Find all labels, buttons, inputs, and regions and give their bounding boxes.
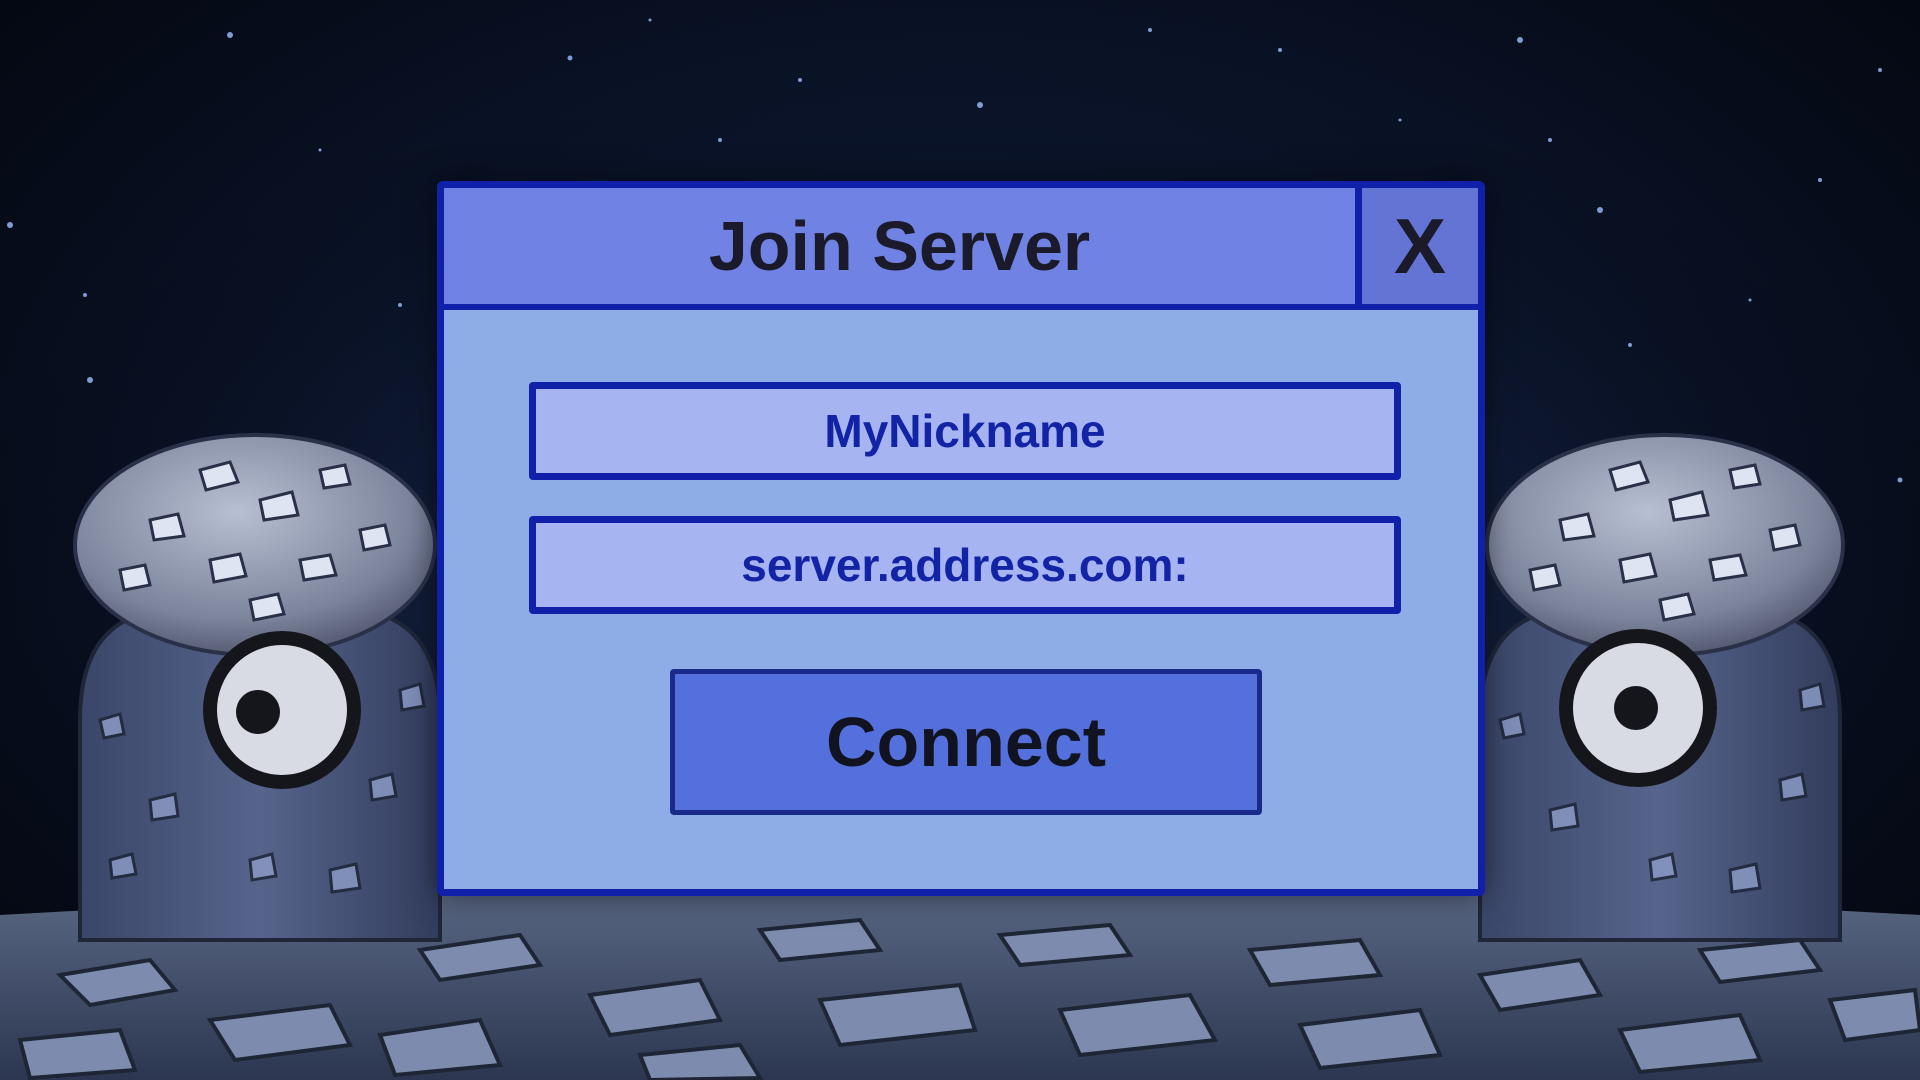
join-server-dialog: Join Server X MyNickname server.address.… [437,181,1485,896]
close-icon: X [1393,202,1447,290]
nickname-input-value: MyNickname [824,405,1106,457]
stone-cyclops-left [73,433,442,942]
server-address-input-value: server.address.com: [741,539,1189,591]
close-button[interactable]: X [1355,188,1478,304]
connect-button[interactable]: Connect [670,669,1262,815]
connect-button-label: Connect [826,703,1106,781]
dialog-titlebar: Join Server X [444,188,1478,310]
stone-cyclops-right [1478,433,1845,942]
nickname-input[interactable]: MyNickname [529,382,1401,480]
dialog-title: Join Server [708,207,1091,285]
game-scene: Join Server X MyNickname server.address.… [0,0,1920,1080]
server-address-input[interactable]: server.address.com: [529,516,1401,614]
